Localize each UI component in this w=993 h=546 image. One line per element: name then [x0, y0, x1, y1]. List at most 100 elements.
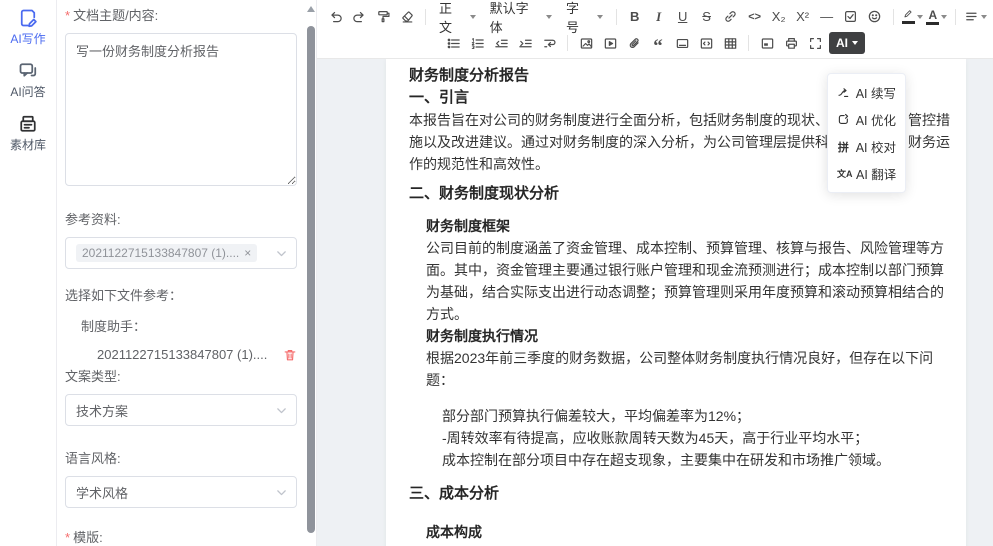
doc-issue-item: -周转效率有待提高，应收账款周转天数为45天，高于行业平均水平； [442, 427, 950, 449]
trash-icon[interactable] [283, 348, 297, 362]
scrollbar-thumb[interactable] [307, 26, 315, 533]
subscript-icon[interactable]: X₂ [767, 5, 791, 29]
caret-icon [981, 15, 987, 19]
app-window: AI写作 AI问答 素材库 *文档主题/内容: 写一份财务制度分析报告 参考资料… [0, 0, 993, 546]
strikethrough-icon[interactable]: S [695, 5, 719, 29]
doc-type-label: 文案类型: [65, 366, 297, 385]
underline-icon[interactable]: U [671, 5, 695, 29]
required-mark: * [65, 530, 70, 545]
ai-menu-item-label: AI 优化 [856, 110, 896, 129]
ai-menu-item-label: AI 翻译 [856, 164, 896, 183]
doc-subheading-framework: 财务制度框架 [426, 215, 950, 237]
ai-menu-item-label: AI 校对 [856, 137, 896, 156]
ai-menu-item-translate[interactable]: 文A AI 翻译 [828, 160, 905, 187]
selected-file-row: 2021122715133847807 (1).... [97, 347, 297, 362]
doc-type-select[interactable]: 技术方案 [65, 394, 297, 426]
ai-dropdown-menu: AI 续写 AI 优化 拼 AI 校对 文A AI 翻译 [827, 73, 906, 193]
italic-icon[interactable]: I [647, 5, 671, 29]
caret-icon [917, 15, 923, 19]
ai-menu-button[interactable]: AI [829, 32, 865, 54]
clear-format-icon[interactable] [395, 5, 419, 29]
writing-form-panel: *文档主题/内容: 写一份财务制度分析报告 参考资料: 202112271513… [57, 0, 316, 546]
ai-button-label: AI [836, 36, 848, 50]
nav-item-label: AI问答 [10, 83, 45, 100]
heading-style-select[interactable]: 正文 [432, 5, 483, 29]
chevron-down-icon [275, 404, 288, 417]
doc-paragraph-framework: 公司目前的制度涵盖了资金管理、成本控制、预算管理、核算与报告、风险管理等方面。其… [426, 237, 950, 325]
format-painter-icon[interactable] [371, 5, 395, 29]
todo-list-icon[interactable] [839, 5, 863, 29]
toolbar-separator [748, 35, 749, 51]
superscript-icon[interactable]: X² [791, 5, 815, 29]
toolbar-row-2: “ AI [441, 30, 989, 56]
doc-heading-cost: 三、成本分析 [409, 483, 950, 505]
indent-icon[interactable] [513, 31, 537, 55]
nav-item-material-library[interactable]: 素材库 [10, 114, 46, 153]
ai-menu-item-label: AI 续写 [856, 83, 896, 102]
undo-icon[interactable] [323, 5, 347, 29]
caret-icon [546, 15, 552, 19]
editor-toolbar: 正文 默认字体 字号 B I U S <> X₂ X² — A [317, 0, 993, 59]
bullet-list-icon[interactable] [441, 31, 465, 55]
tag-close-icon[interactable]: × [244, 247, 251, 259]
blockquote-icon[interactable]: “ [646, 31, 670, 55]
font-size-select[interactable]: 字号 [559, 5, 610, 29]
ai-menu-item-continue[interactable]: AI 续写 [828, 79, 905, 106]
ai-menu-item-proofread[interactable]: 拼 AI 校对 [828, 133, 905, 160]
chevron-down-icon [275, 486, 288, 499]
caret-icon [852, 41, 858, 45]
reference-label: 参考资料: [65, 209, 297, 228]
caret-icon [941, 15, 947, 19]
outdent-icon[interactable] [489, 31, 513, 55]
horizontal-rule-icon[interactable]: — [815, 5, 839, 29]
print-icon[interactable] [779, 31, 803, 55]
divider-icon[interactable] [670, 31, 694, 55]
image-icon[interactable] [574, 31, 598, 55]
caret-icon [597, 15, 603, 19]
align-icon[interactable] [962, 5, 989, 29]
emoji-icon[interactable] [863, 5, 887, 29]
file-group-title: 制度助手： [81, 316, 297, 335]
toolbar-separator [425, 9, 426, 25]
highlight-color-icon[interactable] [900, 5, 925, 29]
topic-input[interactable]: 写一份财务制度分析报告 [65, 33, 297, 186]
doc-type-value: 技术方案 [76, 401, 128, 420]
redo-icon[interactable] [347, 5, 371, 29]
toolbar-separator [616, 9, 617, 25]
toolbar-separator [955, 9, 956, 25]
bold-icon[interactable]: B [623, 5, 647, 29]
selected-file-name: 2021122715133847807 (1).... [97, 347, 267, 362]
font-color-icon[interactable]: A [924, 5, 949, 29]
language-style-label: 语言风格: [65, 448, 297, 467]
language-style-select[interactable]: 学术风格 [65, 476, 297, 508]
inline-code-icon[interactable]: <> [743, 5, 767, 29]
table-icon[interactable] [718, 31, 742, 55]
chat-bubbles-icon [18, 61, 38, 81]
template-label: *模版: [65, 527, 297, 546]
reference-select[interactable]: 2021122715133847807 (1).... × [65, 237, 297, 269]
nav-item-ai-writing[interactable]: AI写作 [10, 8, 45, 47]
ai-optimize-icon [837, 113, 850, 126]
attachment-icon[interactable] [622, 31, 646, 55]
toolbar-separator [567, 35, 568, 51]
nav-rail: AI写作 AI问答 素材库 [0, 0, 57, 546]
doc-issue-item: 部分部门预算执行偏差较大，平均偏差率为12%； [442, 405, 950, 427]
doc-issue-item: 成本控制在部分项目中存在超支现象，主要集中在研发和市场推广领域。 [442, 449, 950, 471]
font-family-select[interactable]: 默认字体 [483, 5, 559, 29]
preview-icon[interactable] [755, 31, 779, 55]
reference-tag-text: 2021122715133847807 (1).... [82, 246, 239, 260]
topic-label: *文档主题/内容: [65, 5, 297, 24]
scroll-up-arrow[interactable] [307, 6, 315, 12]
code-block-icon[interactable] [694, 31, 718, 55]
link-icon[interactable] [719, 5, 743, 29]
ai-proofread-icon: 拼 [837, 139, 850, 155]
ai-menu-item-optimize[interactable]: AI 优化 [828, 106, 905, 133]
line-break-icon[interactable] [537, 31, 561, 55]
ordered-list-icon[interactable] [465, 31, 489, 55]
language-style-value: 学术风格 [76, 483, 128, 502]
nav-item-ai-qa[interactable]: AI问答 [10, 61, 45, 100]
video-icon[interactable] [598, 31, 622, 55]
doc-subheading-execution: 财务制度执行情况 [426, 325, 950, 347]
fullscreen-icon[interactable] [803, 31, 827, 55]
doc-subheading-cost: 成本构成 [426, 521, 950, 543]
